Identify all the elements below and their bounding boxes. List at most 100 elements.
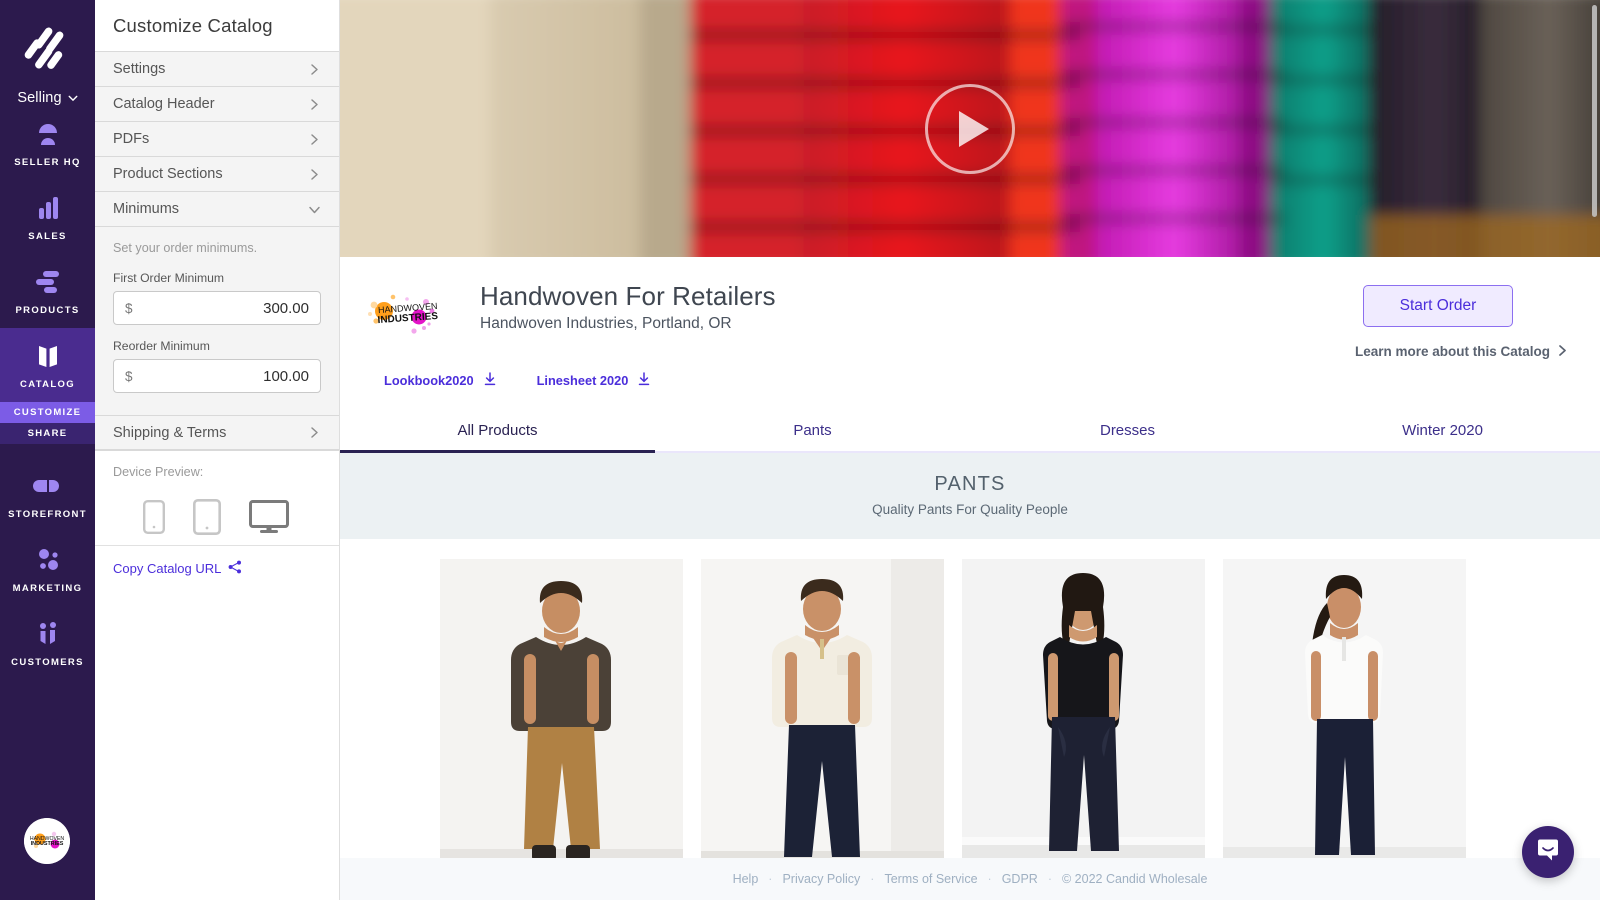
app-root: Selling SELLER HQ SALES PRODUCTS CATALOG… — [0, 0, 1600, 900]
footer-separator: · — [987, 872, 992, 886]
handwoven-industries-logo: HANDWOVEN INDUSTRIES — [362, 281, 458, 347]
customers-icon — [33, 620, 63, 648]
sidebar-item-catalog[interactable]: CATALOG — [0, 328, 95, 402]
footer-link-gdpr[interactable]: GDPR — [1002, 872, 1038, 886]
chevron-right-icon — [308, 168, 321, 181]
tab-dresses[interactable]: Dresses — [970, 414, 1285, 451]
sidebar-subitem-share[interactable]: SHARE — [0, 423, 95, 444]
accordion-label: Shipping & Terms — [113, 424, 227, 441]
desktop-icon[interactable] — [249, 500, 289, 534]
section-name: PANTS — [934, 473, 1006, 495]
footer-link-privacy-policy[interactable]: Privacy Policy — [782, 872, 860, 886]
catalog-cta: Start Order Learn more about this Catalo… — [1308, 285, 1568, 359]
sidebar-item-seller-hq[interactable]: SELLER HQ — [0, 106, 95, 180]
footer: Help · Privacy Policy · Terms of Service… — [340, 858, 1600, 900]
chevron-right-icon — [308, 63, 321, 76]
accordion-product-sections[interactable]: Product Sections — [95, 157, 339, 192]
candid-logo-icon[interactable] — [20, 22, 76, 78]
download-icon — [483, 372, 497, 389]
footer-separator: · — [1047, 872, 1052, 886]
marketing-icon — [33, 546, 63, 574]
pdf-link-lookbook[interactable]: Lookbook2020 — [384, 372, 497, 389]
pdf-link-linesheet[interactable]: Linesheet 2020 — [537, 372, 652, 389]
chevron-right-icon — [308, 133, 321, 146]
footer-copyright: © 2022 Candid Wholesale — [1062, 872, 1208, 886]
left-nav-rail: Selling SELLER HQ SALES PRODUCTS CATALOG… — [0, 0, 95, 900]
sidebar-subitem-customize[interactable]: CUSTOMIZE — [0, 402, 95, 423]
sidebar-item-label: PRODUCTS — [15, 305, 80, 316]
sidebar-subitem-label: SHARE — [27, 428, 68, 439]
sidebar-item-products[interactable]: PRODUCTS — [0, 254, 95, 328]
sidebar-item-sales[interactable]: SALES — [0, 180, 95, 254]
svg-text:INDUSTRIES: INDUSTRIES — [31, 841, 64, 847]
sidebar-item-customers[interactable]: CUSTOMERS — [0, 606, 95, 680]
product-card-3[interactable] — [962, 559, 1205, 879]
minimums-hint: Set your order minimums. — [113, 241, 258, 255]
section-banner-pants: PANTS Quality Pants For Quality People — [340, 453, 1600, 539]
phone-icon[interactable] — [143, 500, 165, 534]
minimums-body: Set your order minimums. First Order Min… — [95, 227, 339, 415]
page-title: Customize Catalog — [113, 14, 273, 36]
reorder-minimum-label: Reorder Minimum — [113, 339, 210, 353]
reorder-minimum-input[interactable]: $ 100.00 — [113, 359, 321, 393]
tablet-icon[interactable] — [193, 499, 221, 535]
catalog-preview: HANDWOVEN INDUSTRIES Handwoven For Retai… — [340, 0, 1600, 900]
accordion-label: Minimums — [113, 201, 180, 217]
product-card-2[interactable] — [701, 559, 944, 879]
intercom-chat-icon — [1535, 837, 1561, 868]
footer-link-terms-of-service[interactable]: Terms of Service — [884, 872, 977, 886]
pdf-links: Lookbook2020 Linesheet 2020 — [384, 372, 1570, 389]
bar-chart-icon — [33, 194, 63, 222]
sidebar-item-label: SELLER HQ — [14, 157, 81, 168]
pdf-link-label: Lookbook2020 — [384, 373, 474, 388]
accordion-label: PDFs — [113, 131, 150, 147]
panel-filler — [95, 591, 339, 900]
products-icon — [33, 268, 63, 296]
copy-url-block: Copy Catalog URL — [95, 545, 339, 591]
download-icon — [637, 372, 651, 389]
accordion-label: Catalog Header — [113, 96, 215, 112]
tab-winter-2020[interactable]: Winter 2020 — [1285, 414, 1600, 451]
accordion-shipping-terms[interactable]: Shipping & Terms — [95, 415, 339, 450]
sidebar-item-label: CATALOG — [19, 379, 75, 390]
catalog-tabs: All Products Pants Dresses Winter 2020 — [340, 414, 1600, 453]
footer-separator: · — [768, 872, 773, 886]
first-order-minimum-input[interactable]: $ 300.00 — [113, 291, 321, 325]
share-icon — [228, 560, 242, 577]
learn-more-link[interactable]: Learn more about this Catalog — [1308, 344, 1568, 359]
panel-header: Customize Catalog — [95, 0, 339, 52]
catalog-header: HANDWOVEN INDUSTRIES Handwoven For Retai… — [340, 257, 1600, 414]
tab-all-products[interactable]: All Products — [340, 414, 655, 453]
copy-catalog-url-button[interactable]: Copy Catalog URL — [113, 560, 321, 577]
account-switcher[interactable]: Selling — [17, 90, 78, 106]
footer-link-help[interactable]: Help — [733, 872, 759, 886]
first-order-minimum-value: 300.00 — [263, 299, 309, 317]
sidebar-item-label: STOREFRONT — [8, 509, 87, 520]
chevron-down-icon — [68, 91, 78, 102]
sidebar-item-storefront[interactable]: STOREFRONT — [0, 458, 95, 532]
currency-symbol: $ — [125, 300, 133, 316]
customize-panel: Customize Catalog Settings Catalog Heade… — [95, 0, 340, 900]
chevron-right-icon — [1557, 344, 1568, 359]
start-order-button[interactable]: Start Order — [1362, 285, 1514, 327]
intercom-chat-button[interactable] — [1522, 826, 1574, 878]
tab-pants[interactable]: Pants — [655, 414, 970, 451]
chevron-right-icon — [308, 426, 321, 439]
chevron-down-icon — [308, 203, 321, 216]
accordion-minimums[interactable]: Minimums — [95, 192, 339, 227]
product-card-1[interactable] — [440, 559, 683, 879]
play-icon[interactable] — [925, 83, 1015, 174]
product-card-4[interactable] — [1223, 559, 1466, 879]
section-description: Quality Pants For Quality People — [872, 502, 1068, 517]
accordion-catalog-header[interactable]: Catalog Header — [95, 87, 339, 122]
avatar[interactable]: HANDWOVEN INDUSTRIES — [24, 818, 70, 864]
sidebar-item-marketing[interactable]: MARKETING — [0, 532, 95, 606]
first-order-minimum-label: First Order Minimum — [113, 271, 225, 285]
reorder-minimum-value: 100.00 — [263, 367, 309, 385]
hero-scrollbar[interactable] — [1592, 5, 1597, 217]
account-switcher-label: Selling — [17, 90, 62, 106]
hero-video[interactable] — [340, 0, 1600, 257]
learn-more-label: Learn more about this Catalog — [1354, 344, 1550, 359]
accordion-pdfs[interactable]: PDFs — [95, 122, 339, 157]
accordion-settings[interactable]: Settings — [95, 52, 339, 87]
